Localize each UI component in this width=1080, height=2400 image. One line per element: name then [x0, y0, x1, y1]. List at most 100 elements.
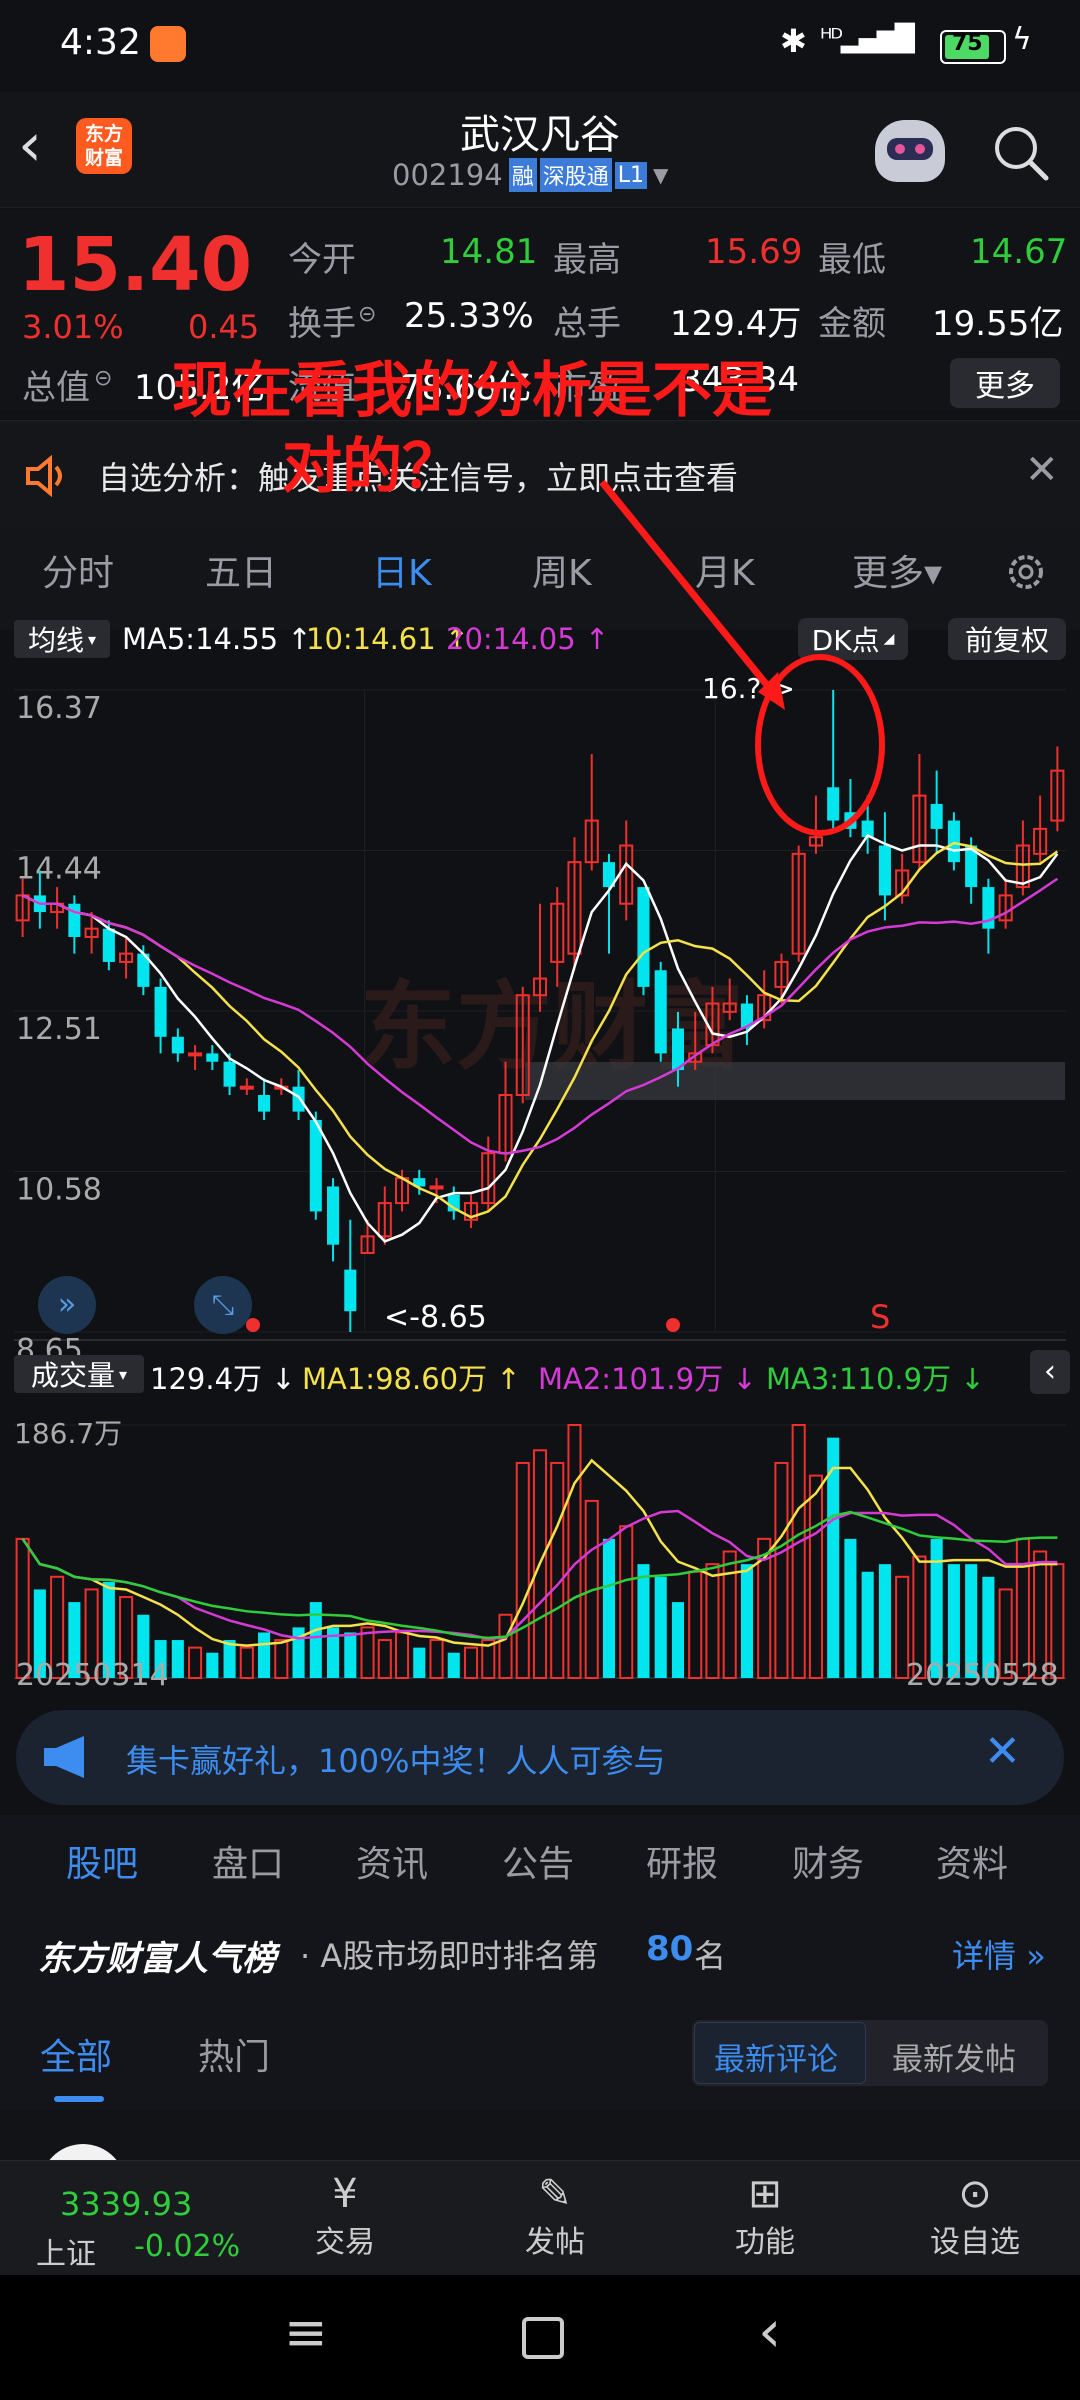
- more-dots-icon: ⊙: [958, 2171, 992, 2217]
- volume-bar: [239, 1646, 254, 1680]
- close-icon[interactable]: ✕: [984, 1726, 1021, 1777]
- info-tabs: 股吧 盘口 资讯 公告 研报 财务 资料: [0, 1815, 1080, 1905]
- menu-icon[interactable]: ≡: [284, 2303, 328, 2363]
- candle-body: [292, 1086, 305, 1112]
- vol-ymax: 186.7万: [14, 1417, 123, 1450]
- battery-level: 75: [952, 31, 983, 56]
- annotation-arrow: [599, 479, 885, 836]
- date-start: 20250314: [16, 1658, 169, 1693]
- volume-bar: [722, 1550, 737, 1679]
- volume-bar: [498, 1613, 513, 1679]
- adjust-button[interactable]: 前复权: [948, 618, 1066, 660]
- promo-banner[interactable]: 集卡赢好礼，100%中奖！人人可参与 ✕: [16, 1710, 1064, 1805]
- y-tick-label: 12.51: [16, 1012, 102, 1047]
- wifi-icon: ◠: [885, 20, 915, 60]
- volume-selector[interactable]: 成交量 ▾: [14, 1355, 144, 1393]
- expand-icon[interactable]: »: [38, 1276, 96, 1334]
- rank-brand: 东方财富人气榜: [38, 1939, 276, 1979]
- candle-body: [239, 1085, 254, 1090]
- volume-bar: [550, 1461, 565, 1680]
- candle-body: [154, 986, 167, 1037]
- candle-body: [878, 845, 891, 896]
- rank-detail-link[interactable]: 详情 »: [952, 1931, 1046, 1977]
- post-button[interactable]: ✎ 发帖: [500, 2171, 610, 2271]
- volume-bar: [447, 1652, 460, 1678]
- ma-selector[interactable]: 均线 ▾: [14, 620, 110, 658]
- tab-news[interactable]: 资讯: [356, 1835, 428, 1887]
- volume-value: 129.4万: [670, 304, 802, 344]
- megaphone-icon: [44, 1736, 84, 1778]
- index-change: -0.02%: [134, 2229, 241, 2264]
- more-button[interactable]: 更多: [950, 358, 1060, 408]
- vol-ma3-line: [21, 1510, 1058, 1640]
- tab-announcements[interactable]: 公告: [502, 1835, 574, 1887]
- candle-body: [344, 1269, 357, 1312]
- volume-bar: [377, 1639, 392, 1679]
- candle-body: [206, 1053, 219, 1062]
- kline-chart[interactable]: 东方财富 16.3714.4412.5110.588.65: [0, 660, 1080, 1680]
- candle-body: [171, 1036, 184, 1054]
- volume-bar: [791, 1424, 806, 1679]
- tab-all[interactable]: 全部: [40, 2028, 112, 2080]
- high-value: 15.69: [705, 232, 803, 272]
- volume-bar: [188, 1646, 203, 1680]
- info-icon[interactable]: ⊝: [94, 366, 112, 391]
- price-band: [525, 1062, 1065, 1100]
- fullscreen-icon[interactable]: ⤡: [194, 1276, 252, 1334]
- tab-orderbook[interactable]: 盘口: [212, 1835, 284, 1887]
- app-notification-icon: [150, 26, 186, 62]
- tab-five-day[interactable]: 五日: [205, 544, 277, 596]
- vol-ma3: MA3:110.9万 ↓: [766, 1362, 985, 1396]
- tab-finance[interactable]: 财务: [792, 1835, 864, 1887]
- chevron-left-icon[interactable]: ‹: [1030, 1350, 1070, 1394]
- y-tick-label: 14.44: [16, 852, 102, 887]
- amount-label: 金额: [818, 304, 886, 344]
- tab-minute[interactable]: 分时: [42, 544, 114, 596]
- rank-suffix: 名: [694, 1937, 727, 1975]
- stock-code-row[interactable]: 002194 融 深股通 L1 ▼: [392, 158, 668, 192]
- status-time: 4:32: [60, 22, 141, 63]
- volume-bar: [344, 1632, 357, 1678]
- low-marker: <-8.65: [384, 1300, 487, 1335]
- info-icon[interactable]: ⊝: [358, 302, 376, 327]
- volume-value: 129.4万 ↓: [150, 1362, 296, 1396]
- volume-bar: [808, 1474, 823, 1679]
- amount-value: 19.55亿: [932, 304, 1064, 344]
- search-icon[interactable]: [990, 122, 1052, 184]
- status-bar: 4:32 ✱ ᴴᴰ▂▄▆█ ◠ 75 ϟ: [0, 0, 1080, 92]
- change-percent: 3.01%: [22, 308, 124, 346]
- trade-button[interactable]: ¥ 交易: [290, 2171, 400, 2271]
- alert-bar[interactable]: 自选分析：触发重点关注信号，立即点击查看 ✕: [0, 420, 1080, 532]
- index-ticker[interactable]: 3339.93 上证 -0.02%: [0, 2161, 250, 2276]
- add-watchlist-button[interactable]: ⊙ 设自选: [920, 2171, 1030, 2271]
- volume-bar: [413, 1647, 426, 1678]
- volume-bar: [515, 1461, 530, 1680]
- tab-forum[interactable]: 股吧: [66, 1835, 138, 1887]
- settings-icon[interactable]: [1002, 548, 1050, 596]
- annotation-line1: 现在看我的分析是不是: [172, 356, 772, 426]
- home-icon[interactable]: [522, 2317, 564, 2359]
- volume-bar: [740, 1564, 753, 1678]
- tab-profile[interactable]: 资料: [936, 1835, 1008, 1887]
- volume-bar: [206, 1652, 219, 1678]
- candle-body: [637, 887, 650, 987]
- close-icon[interactable]: ✕: [1025, 447, 1059, 493]
- robot-assistant-icon[interactable]: [875, 120, 945, 182]
- popularity-rank[interactable]: 东方财富人气榜 · A股市场即时排名第 80 名 详情 »: [0, 1905, 1080, 2000]
- system-nav: ≡ ‹: [0, 2275, 1080, 2400]
- sort-latest-comment[interactable]: 最新评论: [714, 2034, 838, 2079]
- candle-body: [188, 1052, 203, 1057]
- back-icon[interactable]: ‹: [758, 2297, 781, 2365]
- signal-dot: [246, 1318, 260, 1332]
- tab-hot[interactable]: 热门: [198, 2028, 270, 2080]
- sort-latest-post[interactable]: 最新发帖: [892, 2034, 1016, 2079]
- candle-body: [930, 803, 943, 829]
- signal-dot: [666, 1318, 680, 1332]
- functions-button[interactable]: ⊞ 功能: [710, 2171, 820, 2271]
- tab-research[interactable]: 研报: [646, 1835, 718, 1887]
- vol-ma1: MA1:98.60万 ↑: [302, 1362, 521, 1396]
- y-tick-label: 16.37: [16, 691, 102, 726]
- tab-daily-k[interactable]: 日K: [372, 544, 432, 596]
- stock-code: 002194: [392, 158, 503, 192]
- low-value: 14.67: [970, 232, 1068, 272]
